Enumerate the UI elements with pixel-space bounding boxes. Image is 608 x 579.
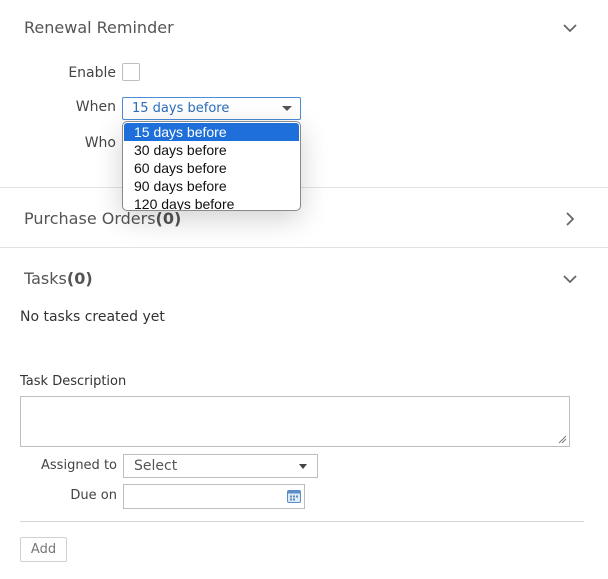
tasks-title[interactable]: Tasks(0)	[24, 269, 93, 288]
caret-down-icon	[299, 464, 307, 469]
task-description-input[interactable]	[20, 396, 570, 447]
assigned-to-value: Select	[134, 458, 178, 474]
enable-label: Enable	[68, 65, 116, 81]
chevron-down-icon[interactable]	[560, 269, 580, 289]
when-select[interactable]: 15 days before	[122, 97, 301, 120]
renewal-reminder-label: Renewal Reminder	[24, 18, 174, 37]
chevron-right-icon[interactable]	[560, 209, 580, 229]
who-label: Who	[84, 135, 116, 151]
assigned-to-select[interactable]: Select	[123, 454, 318, 478]
caret-down-icon	[282, 106, 292, 111]
purchase-orders-title[interactable]: Purchase Orders(0)	[24, 209, 181, 228]
when-label: When	[75, 99, 116, 115]
calendar-icon[interactable]	[287, 489, 301, 503]
tasks-count: (0)	[66, 269, 93, 288]
when-select-value: 15 days before	[132, 101, 230, 116]
dropdown-option[interactable]: 120 days before	[124, 195, 299, 210]
due-on-label: Due on	[70, 488, 117, 503]
page: Renewal Reminder Enable When 15 days bef…	[0, 0, 608, 579]
due-on-input[interactable]	[123, 484, 305, 509]
dropdown-option[interactable]: 15 days before	[124, 123, 299, 141]
tasks-label: Tasks	[24, 269, 67, 288]
purchase-orders-count: (0)	[155, 209, 182, 228]
divider	[0, 187, 608, 188]
renewal-reminder-title[interactable]: Renewal Reminder	[24, 18, 174, 37]
resize-handle-icon[interactable]	[557, 434, 567, 444]
assigned-to-label: Assigned to	[41, 458, 117, 473]
chevron-down-icon[interactable]	[560, 18, 580, 38]
dropdown-option[interactable]: 90 days before	[124, 177, 299, 195]
divider	[0, 247, 608, 248]
dropdown-option[interactable]: 60 days before	[124, 159, 299, 177]
no-tasks-text: No tasks created yet	[20, 309, 165, 325]
when-dropdown-list: 15 days before 30 days before 60 days be…	[122, 121, 301, 211]
add-task-button[interactable]: Add	[20, 537, 67, 562]
divider	[20, 521, 584, 522]
dropdown-option[interactable]: 30 days before	[124, 141, 299, 159]
task-description-label: Task Description	[20, 374, 127, 389]
enable-checkbox[interactable]	[122, 63, 140, 81]
purchase-orders-label: Purchase Orders	[24, 209, 156, 228]
